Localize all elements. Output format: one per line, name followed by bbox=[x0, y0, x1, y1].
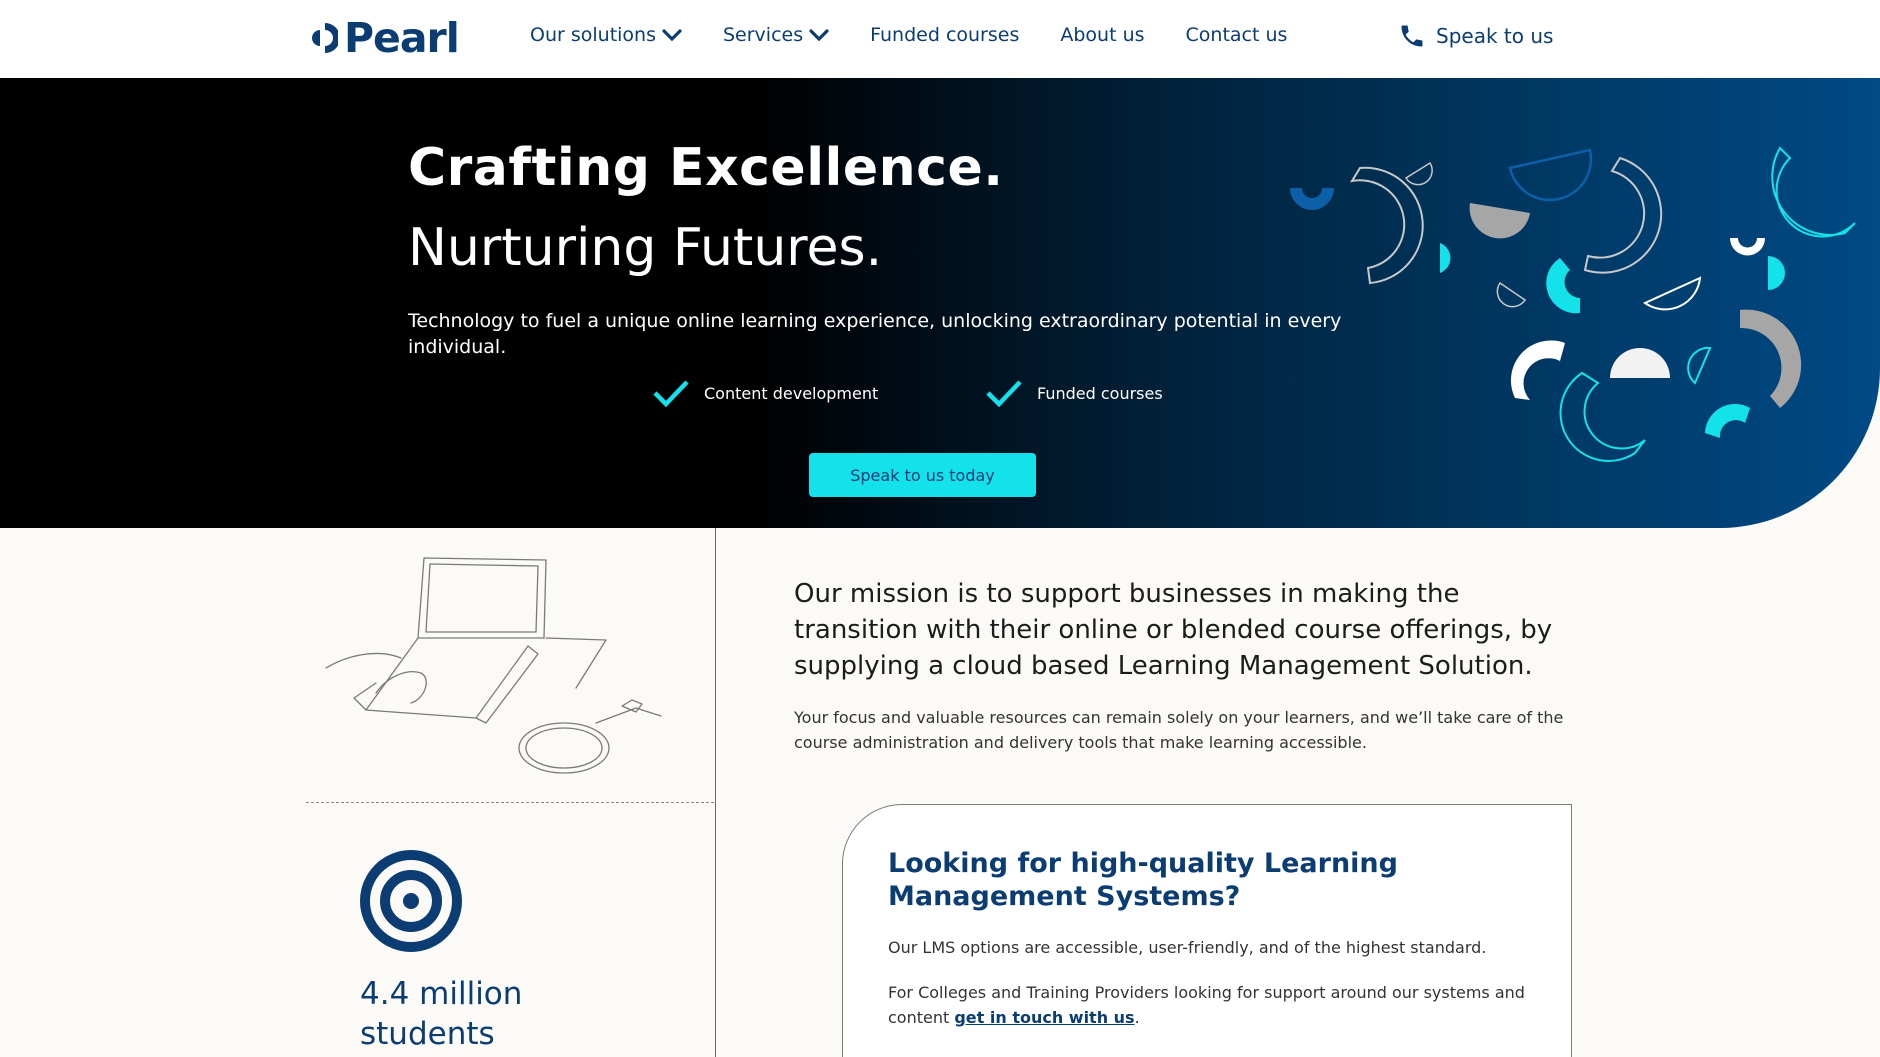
speak-to-us-link[interactable]: Speak to us bbox=[1398, 22, 1553, 50]
nav-item-label: Our solutions bbox=[530, 24, 656, 46]
check-icon bbox=[986, 380, 1022, 408]
logo[interactable]: Pearl bbox=[312, 14, 460, 62]
nav-item-about-us[interactable]: About us bbox=[1060, 24, 1144, 46]
stat-students: 4.4 million students bbox=[360, 974, 620, 1054]
hero-banner: Crafting Excellence. Nurturing Futures. … bbox=[0, 78, 1880, 528]
card-paragraph: Our LMS options are accessible, user-fri… bbox=[888, 938, 1487, 957]
nav-item-our-solutions[interactable]: Our solutions bbox=[530, 24, 682, 46]
nav-item-services[interactable]: Services bbox=[723, 24, 829, 46]
card-paragraph: For Colleges and Training Providers look… bbox=[888, 980, 1528, 1030]
top-navigation: Pearl Our solutions Services Funded cour… bbox=[0, 0, 1880, 78]
hero-subtitle: Nurturing Futures. bbox=[408, 218, 883, 278]
nav-item-contact-us[interactable]: Contact us bbox=[1186, 24, 1288, 46]
card-title: Looking for high-quality Learning Manage… bbox=[888, 848, 1398, 912]
get-in-touch-link[interactable]: get in touch with us bbox=[954, 1008, 1134, 1027]
stat-value: 4.4 million bbox=[360, 976, 523, 1012]
mission-text: Your focus and valuable resources can re… bbox=[794, 708, 1564, 752]
nav-links: Our solutions Services Funded courses Ab… bbox=[530, 24, 1287, 46]
chevron-down-icon bbox=[809, 29, 829, 42]
logo-mark-icon bbox=[312, 23, 338, 53]
nav-item-label: Contact us bbox=[1185, 24, 1288, 46]
nav-item-label: Funded courses bbox=[870, 24, 1020, 46]
hero-description: Technology to fuel a unique online learn… bbox=[408, 310, 1342, 358]
feature-item: Content development bbox=[652, 378, 878, 408]
mission-heading: Our mission is to support businesses in … bbox=[794, 579, 1553, 681]
stat-label: students bbox=[360, 1016, 495, 1052]
speak-to-us-today-button[interactable]: Speak to us today bbox=[809, 453, 1036, 497]
decorative-shapes bbox=[1290, 146, 1856, 462]
chevron-down-icon bbox=[662, 29, 682, 42]
speak-to-us-label: Speak to us bbox=[1436, 24, 1554, 48]
laptop-illustration bbox=[325, 557, 662, 774]
feature-item: Funded courses bbox=[985, 378, 1163, 408]
hero-title: Crafting Excellence. bbox=[408, 138, 1004, 198]
nav-item-funded-courses[interactable]: Funded courses bbox=[870, 24, 1019, 46]
check-icon bbox=[653, 380, 689, 408]
card-text: . bbox=[1134, 1008, 1140, 1027]
logo-text: Pearl bbox=[344, 14, 460, 62]
section-divider bbox=[715, 528, 716, 1057]
target-icon bbox=[360, 850, 462, 952]
phone-icon bbox=[1401, 25, 1423, 47]
nav-item-label: About us bbox=[1060, 24, 1145, 46]
dashed-divider bbox=[306, 802, 714, 803]
feature-label: Funded courses bbox=[1037, 383, 1163, 403]
feature-label: Content development bbox=[704, 383, 879, 403]
nav-item-label: Services bbox=[723, 24, 804, 46]
lms-card: Looking for high-quality Learning Manage… bbox=[842, 804, 1572, 1057]
